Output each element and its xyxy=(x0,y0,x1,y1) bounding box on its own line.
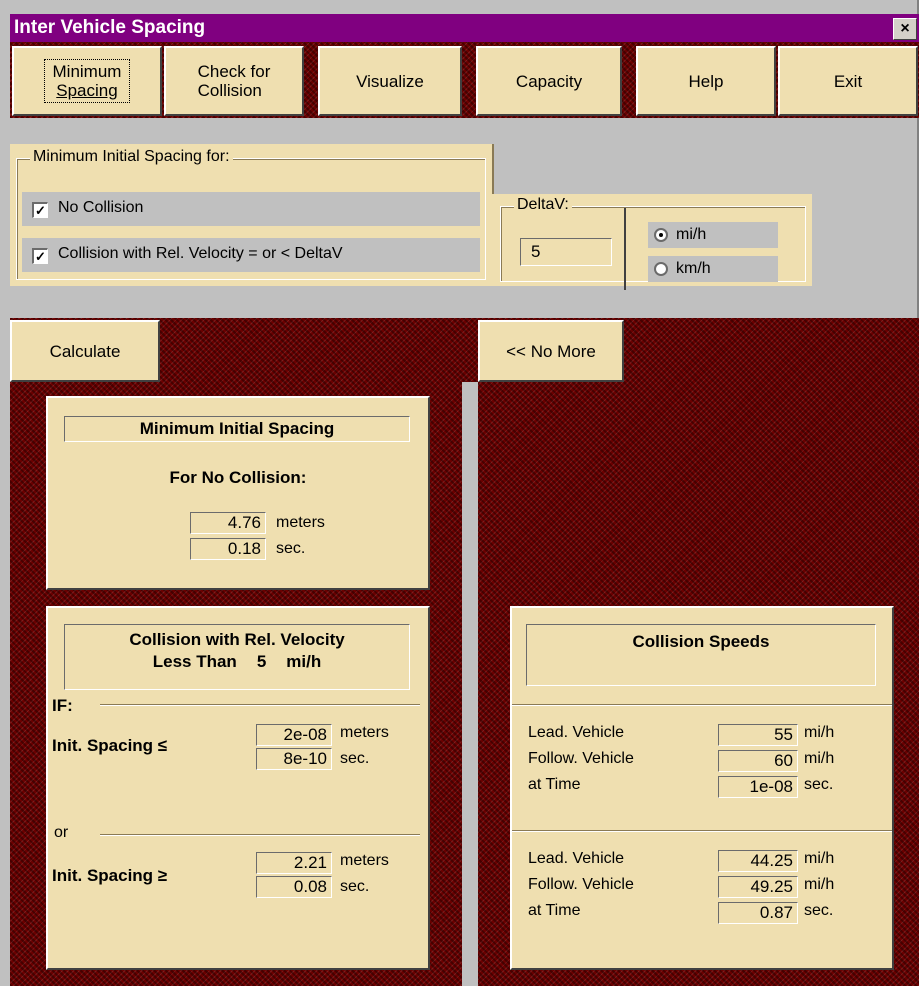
time-label-2: at Time xyxy=(528,902,581,919)
capacity-label: Capacity xyxy=(515,71,583,91)
lead-unit-1: mi/h xyxy=(804,724,835,741)
min-spacing-group-title: Minimum Initial Spacing for: xyxy=(30,148,233,166)
no-collision-label: No Collision xyxy=(58,199,144,216)
less-than-unit: mi/h xyxy=(286,652,322,671)
collision-panel: Collision with Rel. Velocity Less Than 5… xyxy=(46,606,430,970)
ge-meters-field: 2.21 xyxy=(256,852,332,874)
if-label: IF: xyxy=(52,696,73,715)
collision-header-line2: Less Than 5 mi/h xyxy=(65,651,409,673)
min-sec-unit: sec. xyxy=(276,540,306,557)
time-unit-2: sec. xyxy=(804,902,834,919)
le-meters-field: 2e-08 xyxy=(256,724,332,746)
ge-label: Init. Spacing ≥ xyxy=(52,866,168,885)
calculate-label: Calculate xyxy=(49,341,121,361)
min-meters-field: 4.76 xyxy=(190,512,266,534)
calculate-button[interactable]: Calculate xyxy=(10,320,160,382)
help-button[interactable]: Help xyxy=(636,46,776,116)
min-spacing-header: Minimum Initial Spacing xyxy=(64,416,410,442)
close-button[interactable]: × xyxy=(893,18,917,40)
close-icon: × xyxy=(900,20,910,37)
deltav-title: DeltaV: xyxy=(514,196,572,214)
exit-button[interactable]: Exit xyxy=(778,46,918,116)
follow-label-1: Follow. Vehicle xyxy=(528,750,634,767)
unit-mih-radio[interactable] xyxy=(654,228,668,242)
time-1: 1e-08 xyxy=(718,776,798,798)
check-line1: Check for xyxy=(197,62,271,81)
visualize-label: Visualize xyxy=(356,71,424,91)
less-than-label: Less Than xyxy=(152,652,237,671)
check-line2: Collision xyxy=(197,81,262,100)
no-collision-checkbox[interactable]: ✓ xyxy=(32,202,48,218)
no-collision-row[interactable]: ✓ No Collision xyxy=(22,192,480,226)
title-bar: Inter Vehicle Spacing × xyxy=(10,14,919,42)
lead-label-1: Lead. Vehicle xyxy=(528,724,625,741)
min-sec-field: 0.18 xyxy=(190,538,266,560)
unit-kmh-radio[interactable] xyxy=(654,262,668,276)
less-than-value: 5 xyxy=(256,652,267,671)
le-meters-unit: meters xyxy=(340,724,389,741)
no-more-button[interactable]: << No More xyxy=(478,320,624,382)
le-sec-unit: sec. xyxy=(340,750,370,767)
unit-mih-option[interactable]: mi/h xyxy=(648,222,778,248)
capacity-button[interactable]: Capacity xyxy=(476,46,622,116)
min-spacing-panel: Minimum Initial Spacing For No Collision… xyxy=(46,396,430,590)
min-spacing-line1: Minimum xyxy=(52,62,122,81)
le-label: Init. Spacing ≤ xyxy=(52,736,168,755)
speeds-divider-mid xyxy=(512,830,892,832)
follow-unit-1: mi/h xyxy=(804,750,835,767)
min-spacing-line2: Spacing xyxy=(56,81,118,100)
speeds-panel: Collision Speeds Lead. Vehicle Follow. V… xyxy=(510,606,894,970)
follow-speed-2: 49.25 xyxy=(718,876,798,898)
le-sec-field: 8e-10 xyxy=(256,748,332,770)
ge-meters-unit: meters xyxy=(340,852,389,869)
collision-header: Collision with Rel. Velocity Less Than 5… xyxy=(64,624,410,690)
deltav-input[interactable]: 5 xyxy=(520,238,612,266)
follow-unit-2: mi/h xyxy=(804,876,835,893)
focus-rect: Minimum Spacing xyxy=(43,59,131,103)
follow-label-2: Follow. Vehicle xyxy=(528,876,634,893)
lead-label-2: Lead. Vehicle xyxy=(528,850,625,867)
unit-mih-label: mi/h xyxy=(676,226,707,243)
time-unit-1: sec. xyxy=(804,776,834,793)
rel-velocity-checkbox[interactable]: ✓ xyxy=(32,248,48,264)
minimum-spacing-button[interactable]: Minimum Spacing xyxy=(12,46,162,116)
check-for-collision-button[interactable]: Check for Collision xyxy=(164,46,304,116)
lead-unit-2: mi/h xyxy=(804,850,835,867)
rel-velocity-row[interactable]: ✓ Collision with Rel. Velocity = or < De… xyxy=(22,238,480,272)
rel-velocity-label: Collision with Rel. Velocity = or < Delt… xyxy=(58,245,343,262)
min-meters-unit: meters xyxy=(276,514,325,531)
speeds-divider-top xyxy=(512,704,892,706)
visualize-button[interactable]: Visualize xyxy=(318,46,462,116)
collision-header-line1: Collision with Rel. Velocity xyxy=(129,630,345,649)
lead-speed-1: 55 xyxy=(718,724,798,746)
unit-kmh-label: km/h xyxy=(676,260,711,277)
or-divider xyxy=(100,834,420,836)
app-window: Inter Vehicle Spacing × Minimum Spacing … xyxy=(0,0,919,986)
if-divider xyxy=(100,704,420,706)
follow-speed-1: 60 xyxy=(718,750,798,772)
results-divider xyxy=(462,382,478,986)
lead-speed-2: 44.25 xyxy=(718,850,798,872)
for-no-collision-label: For No Collision: xyxy=(169,468,307,487)
ge-sec-unit: sec. xyxy=(340,878,370,895)
exit-label: Exit xyxy=(833,71,863,91)
time-2: 0.87 xyxy=(718,902,798,924)
or-label: or xyxy=(54,824,69,841)
no-more-label: << No More xyxy=(506,341,596,361)
time-label-1: at Time xyxy=(528,776,581,793)
unit-kmh-option[interactable]: km/h xyxy=(648,256,778,282)
help-label: Help xyxy=(688,71,724,91)
deltav-divider xyxy=(624,208,626,290)
ge-sec-field: 0.08 xyxy=(256,876,332,898)
speeds-header: Collision Speeds xyxy=(526,624,876,686)
window-title: Inter Vehicle Spacing xyxy=(14,17,206,38)
